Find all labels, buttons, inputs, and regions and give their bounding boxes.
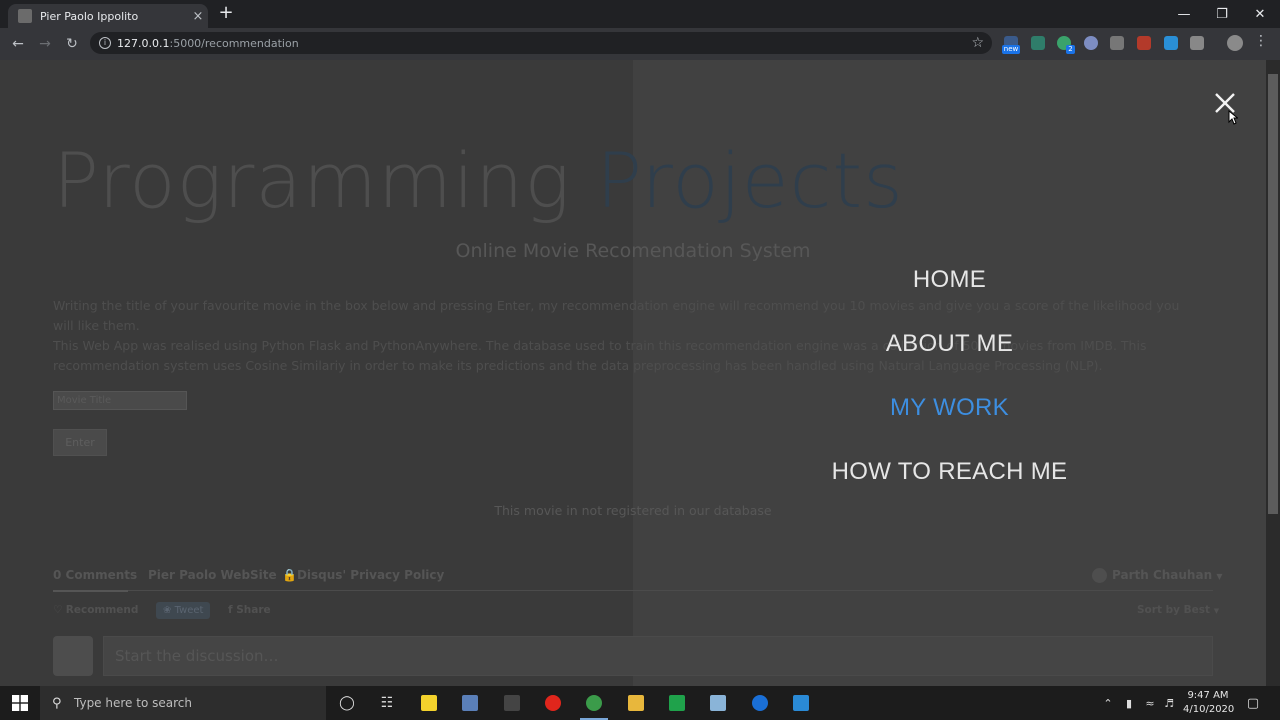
extension-new-badge: new	[1002, 45, 1020, 54]
tab-title: Pier Paolo Ippolito	[40, 9, 139, 23]
discussion-input[interactable]: Start the discussion…	[103, 636, 1213, 676]
extension-cloud-icon[interactable]	[1164, 36, 1178, 50]
disqus-comments-tab[interactable]: 0 Comments	[53, 568, 137, 582]
tweet-label: Tweet	[174, 605, 204, 616]
extension-mail-icon[interactable]	[1031, 36, 1045, 50]
menu-how-to-reach-me[interactable]: HOW TO REACH ME	[633, 458, 1266, 486]
chevron-down-icon: ▼	[1216, 572, 1223, 581]
menu-my-work[interactable]: MY WORK	[633, 394, 1266, 422]
spreadsheet-icon[interactable]	[663, 690, 691, 716]
disqus-privacy-link[interactable]: 🔒Disqus' Privacy Policy	[282, 568, 444, 582]
mathworks-icon[interactable]	[498, 690, 526, 716]
minimize-button[interactable]: —	[1165, 0, 1203, 28]
file-explorer-icon[interactable]	[622, 690, 650, 716]
extension-arrow-icon[interactable]	[1137, 36, 1151, 50]
sticky-notes-icon[interactable]	[415, 690, 443, 716]
clock-date: 4/10/2020	[1183, 704, 1235, 715]
lock-icon: 🔒	[282, 568, 297, 582]
share-button[interactable]: f Share	[228, 604, 271, 616]
mouse-cursor-icon	[1228, 110, 1238, 125]
tab-close-icon[interactable]: ×	[188, 9, 208, 24]
taskbar-search-box[interactable]: ⚲ Type here to search	[40, 686, 326, 720]
clock-time: 9:47 AM	[1187, 690, 1229, 701]
wifi-icon[interactable]: ≈	[1141, 690, 1159, 716]
address-bar[interactable]: i 127.0.0.1 :5000/recommendation ☆	[90, 32, 992, 54]
cortana-icon[interactable]: ◯	[333, 690, 361, 716]
movie-title-input[interactable]: Movie Title	[53, 391, 187, 410]
reload-button[interactable]: ↻	[62, 34, 82, 54]
extension-shield-icon[interactable]	[1110, 36, 1124, 50]
windows-start-icon[interactable]	[12, 695, 28, 711]
notifications-icon[interactable]: ▢	[1242, 690, 1264, 716]
taskbar-clock[interactable]: 9:47 AM 4/10/2020	[1183, 689, 1235, 717]
disqus-user-name: Parth Chauhan	[1112, 568, 1213, 582]
restore-button[interactable]: ❐	[1203, 0, 1241, 28]
tab-favicon-icon	[18, 9, 32, 23]
disqus-user-menu[interactable]: Parth Chauhan ▼	[1112, 568, 1222, 582]
title-part-programming: Programming	[53, 136, 571, 225]
opera-icon[interactable]	[539, 690, 567, 716]
store-icon[interactable]	[456, 690, 484, 716]
disqus-privacy-label: Disqus' Privacy Policy	[296, 568, 445, 582]
sort-dropdown[interactable]: Sort by Best ▼	[1137, 604, 1219, 616]
disqus-active-tab-underline	[53, 590, 128, 592]
profile-avatar[interactable]	[1227, 35, 1243, 51]
not-registered-message: This movie in not registered in our data…	[494, 503, 772, 518]
scrollbar-thumb[interactable]	[1268, 74, 1278, 514]
sort-label: Sort by Best	[1137, 604, 1211, 616]
bookmark-star-icon[interactable]: ☆	[971, 35, 984, 51]
share-label: Share	[236, 604, 271, 616]
vscode-icon[interactable]	[787, 690, 815, 716]
volume-icon[interactable]: ♬	[1160, 690, 1178, 716]
extension-count-badge: 2	[1066, 45, 1075, 54]
disqus-user-avatar[interactable]	[1092, 568, 1107, 583]
page-subtitle: Online Movie Recomendation System	[455, 240, 811, 262]
menu-home[interactable]: HOME	[633, 266, 1266, 294]
url-host: 127.0.0.1	[117, 36, 170, 50]
search-icon: ⚲	[52, 695, 62, 711]
window-close-button[interactable]: ✕	[1241, 0, 1279, 28]
search-placeholder: Type here to search	[74, 696, 192, 710]
disqus-divider	[53, 590, 1213, 591]
site-info-icon[interactable]: i	[99, 37, 111, 49]
browser-tab[interactable]: Pier Paolo Ippolito ×	[8, 4, 208, 28]
url-path: :5000/recommendation	[169, 36, 299, 50]
disqus-site-tab[interactable]: Pier Paolo WebSite	[148, 568, 277, 582]
notepad-icon[interactable]	[704, 690, 732, 716]
forward-button[interactable]: →	[35, 34, 55, 54]
title-part-projects: Projects	[596, 136, 904, 225]
new-tab-button[interactable]: +	[216, 4, 236, 24]
chrome-icon[interactable]	[580, 690, 608, 720]
commenter-avatar	[53, 636, 93, 676]
facebook-icon: f	[228, 604, 233, 616]
twitter-icon: ❀	[163, 605, 172, 616]
battery-icon[interactable]: ▮	[1120, 690, 1138, 716]
extension-k-icon[interactable]	[1190, 36, 1204, 50]
enter-button[interactable]: Enter	[53, 429, 107, 456]
menu-kebab-icon[interactable]: ⋮	[1254, 33, 1268, 53]
page-viewport: Programming Projects Online Movie Recome…	[0, 60, 1266, 686]
recommend-label: Recommend	[65, 604, 139, 616]
tray-chevron-icon[interactable]: ⌃	[1100, 690, 1116, 716]
task-view-icon[interactable]: ☷	[373, 690, 401, 716]
recommend-button[interactable]: ♡ Recommend	[53, 604, 138, 616]
sort-chevron-icon: ▼	[1213, 607, 1220, 615]
extension-puzzle-icon[interactable]	[1084, 36, 1098, 50]
tweet-button[interactable]: ❀ Tweet	[156, 602, 211, 619]
page-title: Programming Projects	[53, 136, 904, 225]
menu-about-me[interactable]: ABOUT ME	[633, 330, 1266, 358]
back-button[interactable]: ←	[8, 34, 28, 54]
teamviewer-icon[interactable]	[746, 690, 774, 716]
heart-icon: ♡	[53, 604, 63, 616]
